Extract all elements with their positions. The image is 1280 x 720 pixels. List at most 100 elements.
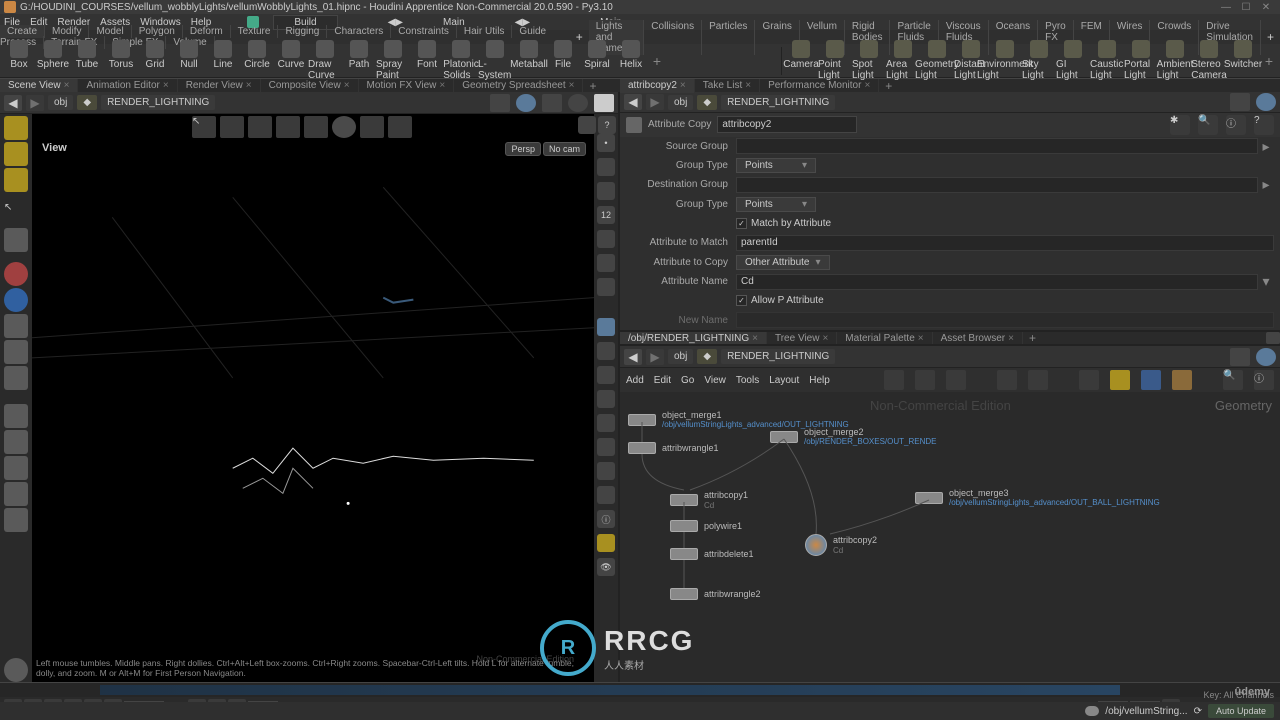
shelf-tool[interactable]: Portal Light (1124, 40, 1158, 81)
shelf-add-right[interactable]: + (1261, 30, 1280, 44)
node-object-merge2[interactable]: object_merge2 /obj/RENDER_BOXES/OUT_REND… (770, 427, 936, 446)
param-pin[interactable] (1230, 93, 1250, 111)
shelf-tool[interactable]: Spot Light (852, 40, 886, 81)
pane-tab[interactable]: Performance Monitor× (760, 79, 879, 93)
network-view[interactable]: Non-Commercial Edition Geometry object_m… (620, 392, 1280, 682)
rt-point[interactable]: • (597, 134, 615, 152)
shelf-tool[interactable]: Box (2, 40, 36, 81)
path-box[interactable] (594, 94, 614, 112)
rt-layer2[interactable] (597, 254, 615, 272)
dest-group-menu[interactable]: ▸ (1258, 176, 1274, 193)
net-nav-back[interactable]: ◀ (624, 349, 642, 365)
shelf-tool-add-l[interactable]: + (648, 53, 666, 69)
select-tool[interactable] (4, 116, 28, 140)
rt-check[interactable] (597, 342, 615, 360)
net-tool-6[interactable] (1079, 370, 1099, 390)
node-attribcopy2[interactable]: attribcopy2 Cd (805, 534, 877, 556)
pane-tab[interactable]: Motion FX View× (359, 79, 455, 92)
chk-allow-p[interactable]: ✓Allow P Attribute (736, 295, 824, 306)
path-display[interactable] (516, 94, 536, 112)
render-tool[interactable] (4, 658, 28, 682)
arrow-tool[interactable]: ↖ (4, 202, 28, 226)
vp-layout[interactable] (578, 116, 596, 134)
pane-tab[interactable]: Scene View× (0, 79, 78, 92)
pane-tab[interactable]: Render View× (178, 79, 261, 92)
shelf-tool[interactable]: Path (342, 40, 376, 81)
shelf-tool[interactable]: Draw Curve (308, 40, 342, 81)
node-polywire1[interactable]: polywire1 (670, 520, 742, 532)
node-attribdelete1[interactable]: attribdelete1 (670, 548, 754, 560)
shelf-tool[interactable]: Caustic Light (1090, 40, 1124, 81)
status-refresh-icon[interactable]: ⟳ (1194, 706, 1202, 717)
shelf-tool[interactable]: GI Light (1056, 40, 1090, 81)
path-shade[interactable] (568, 94, 588, 112)
pane-tab[interactable]: Tree View× (767, 332, 837, 345)
shelf-tool[interactable]: Point Light (818, 40, 852, 81)
shelf-tab[interactable]: Rigging (278, 25, 327, 38)
net-path-node[interactable]: RENDER_LIGHTNING (721, 349, 835, 364)
close-button[interactable]: ✕ (1256, 2, 1276, 13)
select-tool-2[interactable] (4, 142, 28, 166)
pane-add-tr[interactable]: + (879, 79, 898, 93)
node-attribwrangle2[interactable]: attribwrangle2 (670, 588, 761, 600)
shelf-tool[interactable]: Stereo Camera (1192, 40, 1226, 81)
shelf-tool[interactable]: Tube (70, 40, 104, 81)
param-help-icon[interactable]: ? (1254, 115, 1274, 135)
net-max[interactable] (1266, 332, 1280, 344)
net-pin[interactable] (1230, 348, 1250, 366)
net-tool-4[interactable] (997, 370, 1017, 390)
ring-tool[interactable] (4, 262, 28, 286)
attr-name-menu[interactable]: ▾ (1258, 273, 1274, 290)
status-update[interactable]: Auto Update (1208, 704, 1274, 718)
nav-fwd[interactable]: ▶ (26, 95, 44, 111)
net-tool-5[interactable] (1028, 370, 1048, 390)
shelf-tool[interactable]: Environment Light (988, 40, 1022, 81)
snap-point[interactable] (4, 456, 28, 480)
rt-image[interactable] (597, 462, 615, 480)
shelf-tab[interactable]: Particles (702, 20, 755, 55)
rt-pin[interactable] (597, 486, 615, 504)
shelf-tool[interactable]: Curve (274, 40, 308, 81)
param-path-node[interactable]: RENDER_LIGHTNING (721, 95, 835, 110)
rt-path[interactable] (597, 278, 615, 296)
sel-group-type2[interactable]: Points (736, 197, 816, 212)
shelf-tool[interactable]: Spray Paint (376, 40, 410, 81)
pane-tab[interactable]: Take List× (695, 79, 760, 93)
param-nav-back[interactable]: ◀ (624, 94, 642, 110)
net-tool-9[interactable] (1172, 370, 1192, 390)
shelf-tool[interactable]: Null (172, 40, 206, 81)
lock-tool[interactable] (4, 228, 28, 252)
shelf-tool[interactable]: Grid (138, 40, 172, 81)
pane-tab[interactable]: attribcopy2× (620, 79, 695, 93)
rt-info[interactable]: ⓘ (597, 510, 615, 528)
node-attribcopy1[interactable]: attribcopy1 Cd (670, 490, 748, 510)
burst-tool[interactable] (4, 314, 28, 338)
net-tool-1[interactable] (884, 370, 904, 390)
param-search-icon[interactable]: 🔍 (1198, 115, 1218, 135)
shelf-tool[interactable]: Line (206, 40, 240, 81)
shelf-tab[interactable]: Texture (231, 25, 279, 38)
net-tool-3[interactable] (946, 370, 966, 390)
net-layout[interactable]: Layout (769, 375, 799, 386)
net-tool-7[interactable] (1110, 370, 1130, 390)
net-tools[interactable]: Tools (736, 375, 759, 386)
sel-group-type1[interactable]: Points (736, 158, 816, 173)
source-group-menu[interactable]: ▸ (1258, 138, 1274, 155)
rt-list[interactable] (597, 438, 615, 456)
maximize-button[interactable]: ☐ (1236, 2, 1256, 13)
net-tool-8[interactable] (1141, 370, 1161, 390)
rt-sky[interactable] (597, 318, 615, 336)
net-go[interactable]: Go (681, 375, 694, 386)
shelf-tool[interactable]: Ambient Light (1158, 40, 1192, 81)
path-obj[interactable]: obj (48, 95, 73, 110)
net-path-obj[interactable]: obj (668, 349, 693, 364)
sphere-tool[interactable] (4, 288, 28, 312)
shelf-tool[interactable]: Helix (614, 40, 648, 81)
net-info[interactable]: ⓘ (1254, 370, 1274, 390)
input-attr-name[interactable] (736, 274, 1258, 290)
pane-tab[interactable]: /obj/RENDER_LIGHTNING× (620, 332, 767, 345)
shelf-tool[interactable]: Torus (104, 40, 138, 81)
param-nav-fwd[interactable]: ▶ (646, 94, 664, 110)
nav-back[interactable]: ◀ (4, 95, 22, 111)
sel-attr-copy[interactable]: Other Attribute (736, 255, 830, 270)
